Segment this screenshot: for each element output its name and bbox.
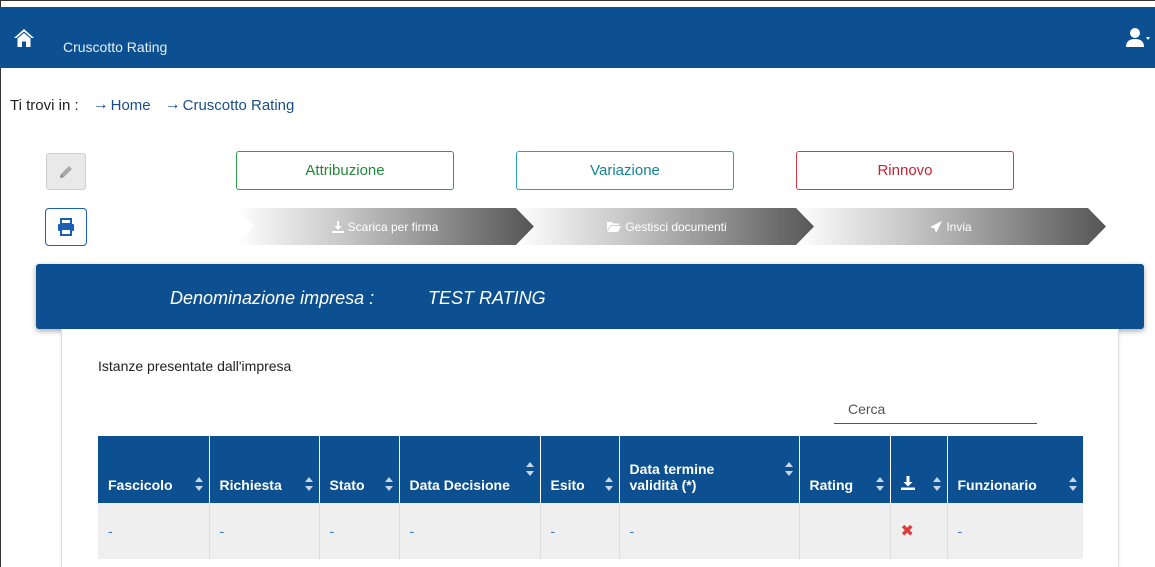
- step-label: Invia: [946, 219, 972, 234]
- step-invia[interactable]: Invia: [796, 208, 1106, 245]
- cell-richiesta: -: [209, 503, 320, 559]
- sort-icon[interactable]: [784, 462, 793, 476]
- step-label: Scarica per firma: [347, 219, 439, 234]
- breadcrumb-prefix: Ti trovi in :: [10, 96, 79, 114]
- step-gestisci-documenti[interactable]: Gestisci documenti: [516, 208, 818, 245]
- attribuzione-button[interactable]: Attribuzione: [236, 151, 454, 190]
- sort-icon[interactable]: [932, 477, 941, 491]
- cell-fascicolo: -: [98, 503, 210, 559]
- cell-stato: -: [319, 503, 400, 559]
- breadcrumb: Ti trovi in : → Home → Cruscotto Rating: [10, 96, 294, 114]
- arrow-right-icon: →: [164, 96, 181, 113]
- sort-icon[interactable]: [604, 477, 613, 491]
- column-header-funzionario[interactable]: Funzionario: [947, 436, 1083, 503]
- cell-funzionario: -: [947, 503, 1083, 559]
- folder-open-icon: [607, 222, 622, 232]
- nav-title[interactable]: Cruscotto Rating: [63, 39, 167, 55]
- company-name: TEST RATING: [428, 288, 546, 308]
- column-header-richiesta[interactable]: Richiesta: [209, 436, 320, 503]
- column-header-download[interactable]: [890, 436, 948, 503]
- sort-icon[interactable]: [304, 477, 313, 491]
- table-row: - - - - - - ✖ -: [98, 503, 1083, 559]
- sort-icon[interactable]: [525, 462, 534, 476]
- istanze-table: Fascicolo Richiesta Stato Data Decisione…: [98, 436, 1083, 559]
- variazione-button[interactable]: Variazione: [516, 151, 734, 190]
- column-header-data-termine-validita[interactable]: Data termine validità (*): [619, 436, 800, 503]
- rinnovo-button[interactable]: Rinnovo: [796, 151, 1014, 190]
- company-header: Denominazione impresa : TEST RATING: [36, 264, 1144, 329]
- top-navbar: Cruscotto Rating: [0, 7, 1155, 68]
- pencil-icon: [60, 165, 72, 178]
- cell-data-decisione: -: [399, 503, 541, 559]
- column-header-stato[interactable]: Stato: [319, 436, 400, 503]
- home-icon[interactable]: [13, 28, 35, 48]
- breadcrumb-cruscotto-label[interactable]: Cruscotto Rating: [183, 97, 295, 114]
- sort-icon[interactable]: [194, 477, 203, 491]
- step-scarica-per-firma[interactable]: Scarica per firma: [236, 208, 534, 245]
- print-button[interactable]: [45, 208, 87, 246]
- cell-rating: [799, 503, 891, 559]
- search-box[interactable]: [834, 395, 1037, 424]
- printer-icon: [58, 218, 74, 236]
- column-header-data-decisione[interactable]: Data Decisione: [399, 436, 541, 503]
- download-icon: [900, 476, 915, 490]
- send-icon: [930, 220, 943, 233]
- sort-icon[interactable]: [384, 477, 393, 491]
- download-icon: [331, 220, 344, 233]
- sort-icon[interactable]: [875, 477, 884, 491]
- cell-esito: -: [540, 503, 620, 559]
- edit-button[interactable]: [46, 153, 86, 190]
- breadcrumb-home[interactable]: → Home: [93, 96, 151, 114]
- company-label: Denominazione impresa :: [170, 288, 375, 308]
- breadcrumb-home-label[interactable]: Home: [111, 97, 151, 114]
- column-header-fascicolo[interactable]: Fascicolo: [98, 436, 210, 503]
- column-header-esito[interactable]: Esito: [540, 436, 620, 503]
- section-title: Istanze presentate dall'impresa: [98, 358, 292, 374]
- user-icon[interactable]: [1126, 27, 1150, 49]
- sort-icon[interactable]: [1069, 477, 1077, 491]
- search-input[interactable]: [834, 395, 1037, 423]
- arrow-right-icon: →: [92, 96, 109, 113]
- step-label: Gestisci documenti: [625, 219, 727, 234]
- breadcrumb-cruscotto[interactable]: → Cruscotto Rating: [165, 96, 295, 114]
- cell-data-termine: -: [619, 503, 800, 559]
- close-icon[interactable]: ✖: [901, 523, 914, 540]
- cell-download[interactable]: ✖: [890, 503, 948, 559]
- column-header-rating[interactable]: Rating: [799, 436, 891, 503]
